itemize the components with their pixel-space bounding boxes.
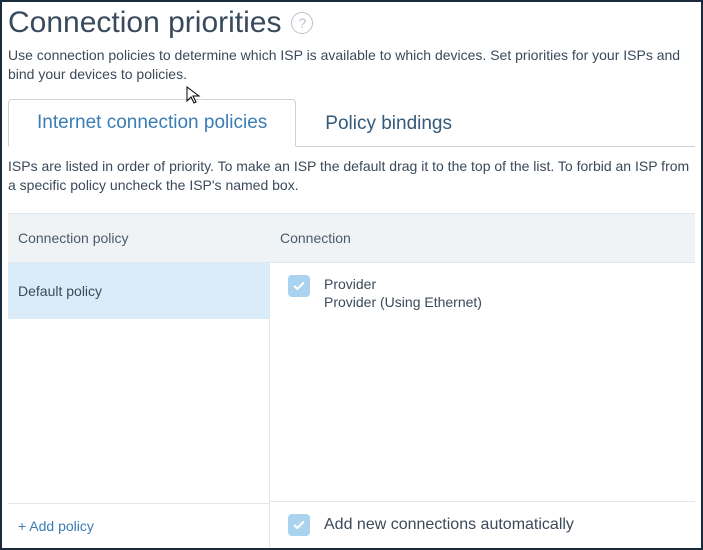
help-icon[interactable]: ? — [291, 12, 313, 34]
checkbox-auto-add[interactable] — [288, 514, 310, 536]
policy-grid: Connection policy Connection Default pol… — [8, 213, 695, 548]
connection-detail: Provider (Using Ethernet) — [324, 293, 482, 312]
policy-list: Default policy + Add policy — [8, 263, 270, 548]
connection-area: Provider Provider (Using Ethernet) Add n… — [270, 263, 695, 548]
connection-row-provider: Provider Provider (Using Ethernet) — [270, 263, 695, 325]
page-intro: Use connection policies to determine whi… — [8, 46, 695, 84]
checkbox-provider[interactable] — [288, 275, 310, 297]
check-icon — [292, 518, 306, 532]
tab-description: ISPs are listed in order of priority. To… — [8, 157, 695, 195]
add-policy-button[interactable]: + Add policy — [8, 503, 269, 548]
page-title: Connection priorities — [8, 6, 281, 40]
column-header-connection: Connection — [270, 214, 695, 262]
policy-item-default[interactable]: Default policy — [8, 263, 269, 319]
connection-footer: Add new connections automatically — [270, 501, 695, 548]
auto-add-label: Add new connections automatically — [324, 516, 574, 534]
tab-bar: Internet connection policies Policy bind… — [8, 98, 695, 147]
check-icon — [292, 279, 306, 293]
tab-internet-connection-policies[interactable]: Internet connection policies — [8, 99, 296, 147]
connection-name: Provider — [324, 275, 482, 294]
tab-policy-bindings[interactable]: Policy bindings — [296, 100, 481, 147]
column-header-policy: Connection policy — [8, 214, 270, 262]
